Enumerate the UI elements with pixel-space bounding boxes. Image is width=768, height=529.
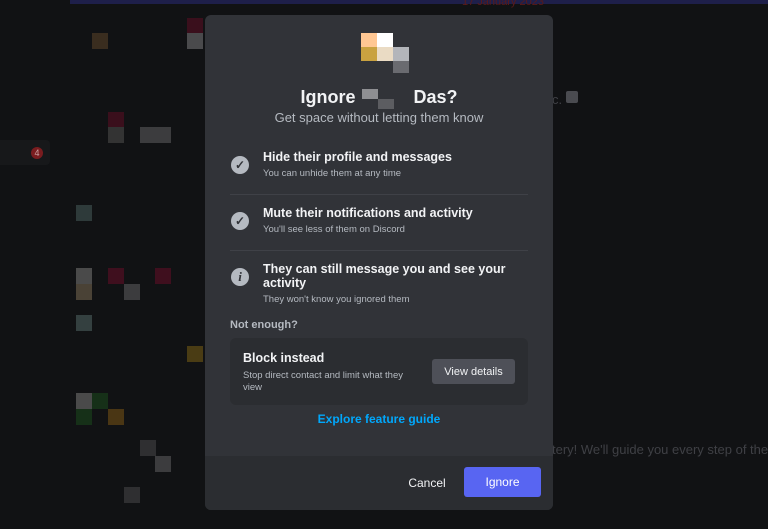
unread-badge: 4 [31,147,43,159]
block-instead-card: Block instead Stop direct contact and li… [230,338,528,405]
list-item: ✓ Mute their notifications and activity Y… [230,195,528,251]
info-circle-icon: i [231,268,249,286]
redacted-username [361,89,408,110]
item-subtitle: You can unhide them at any time [263,168,402,179]
block-description: Stop direct contact and limit what they … [243,370,403,393]
view-details-button[interactable]: View details [432,359,515,384]
image-icon [566,91,578,103]
block-title: Block instead [243,351,325,365]
user-avatar [361,33,409,75]
item-subtitle: They won't know you ignored them [263,294,410,305]
title-prefix: Ignore [300,87,356,107]
ignore-effects-list: ✓ Hide their profile and messages You can… [230,139,528,307]
ignore-user-dialog: Ignore Das? Get space without letting the… [205,15,553,510]
item-subtitle: You'll see less of them on Discord [263,224,405,235]
explore-feature-guide-link[interactable]: Explore feature guide [205,412,553,426]
check-circle-icon: ✓ [231,212,249,230]
list-item: ✓ Hide their profile and messages You can… [230,139,528,195]
item-title: Mute their notifications and activity [263,206,473,220]
not-enough-label: Not enough? [230,319,298,331]
background-message: tery! We'll guide you every step of the … [552,442,768,457]
ignore-button[interactable]: Ignore [464,467,541,497]
dialog-footer: Cancel Ignore [205,456,553,510]
title-suffix: Das? [413,87,458,107]
list-item: i They can still message you and see you… [230,251,528,307]
top-bar [70,0,768,4]
dialog-title: Ignore Das? [205,87,553,110]
background-text-fragment: c. [552,92,563,107]
item-title: Hide their profile and messages [263,150,452,164]
cancel-button[interactable]: Cancel [397,468,457,498]
item-title: They can still message you and see your … [263,262,506,290]
background-channel-item: 4 [0,140,50,165]
background-date: 17 January 2023 [462,0,544,8]
dialog-subtitle: Get space without letting them know [274,110,484,125]
check-circle-icon: ✓ [231,156,249,174]
